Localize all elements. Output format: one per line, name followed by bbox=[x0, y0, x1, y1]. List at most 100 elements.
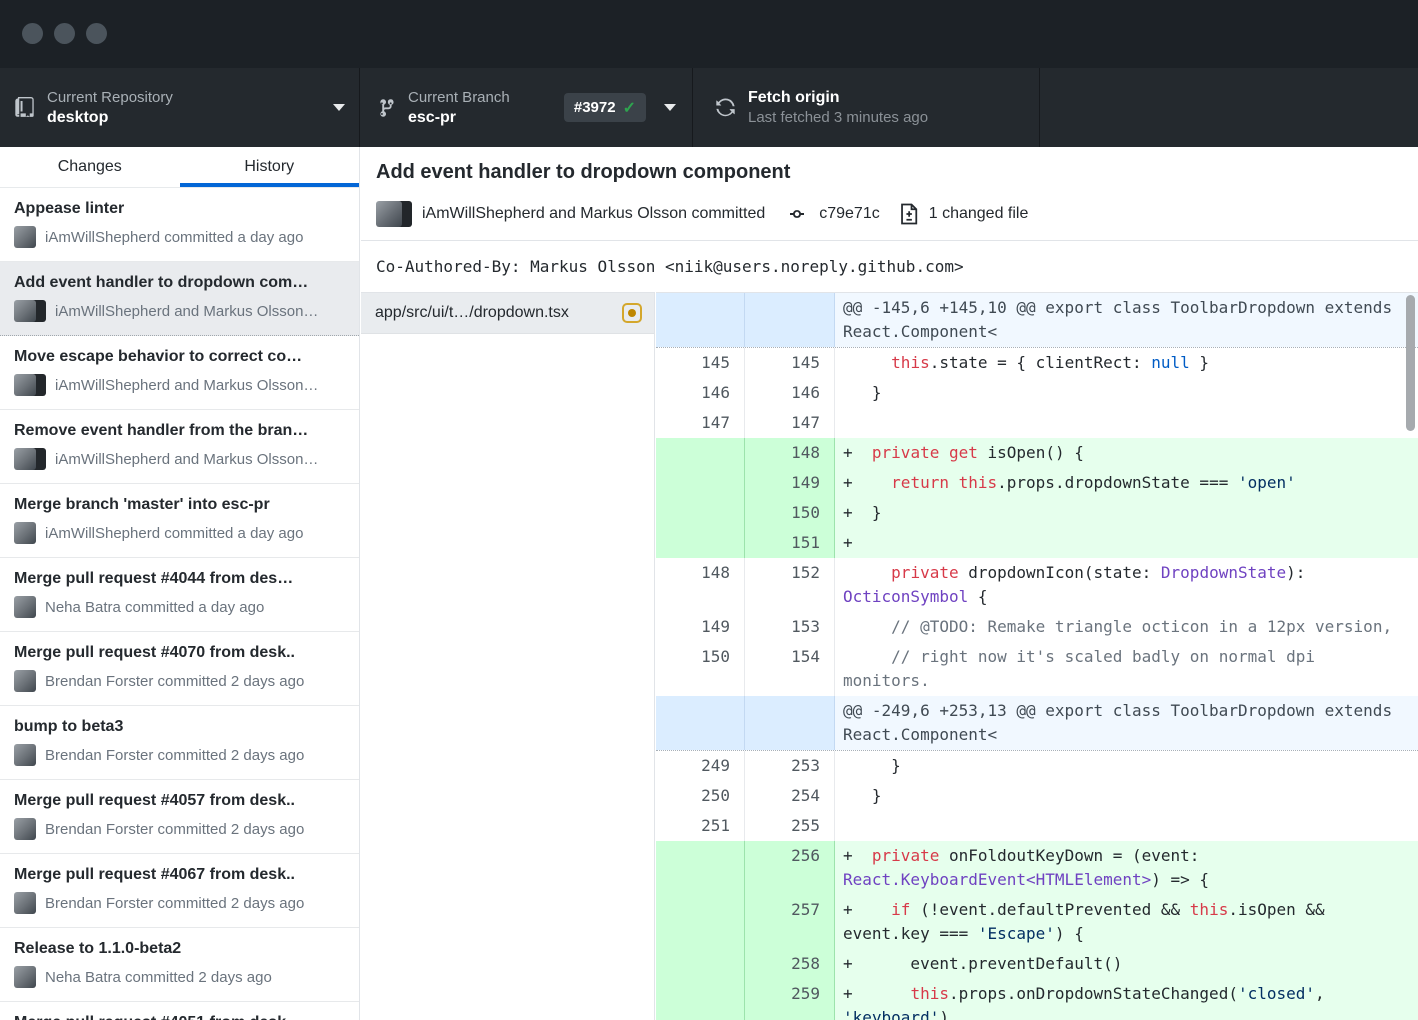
commit-item-title: Remove event handler from the bran… bbox=[14, 420, 347, 442]
gutter-old-line-number: 250 bbox=[656, 781, 745, 811]
file-row[interactable]: app/src/ui/t…/dropdown.tsx bbox=[361, 293, 654, 334]
gutter-old-line-number: 251 bbox=[656, 811, 745, 841]
diff-row: 251 255 bbox=[656, 811, 1418, 841]
gutter-old-line-number bbox=[656, 979, 745, 1020]
git-commit-icon bbox=[785, 206, 809, 222]
diff-code: + return this.props.dropdownState === 'o… bbox=[835, 468, 1418, 498]
gutter-old-line-number bbox=[656, 841, 745, 895]
diff-code: + private onFoldoutKeyDown = (event: Rea… bbox=[835, 841, 1418, 895]
gutter-old-line-number: 146 bbox=[656, 378, 745, 408]
commit-item-byline-text: iAmWillShepherd committed a day ago bbox=[45, 229, 303, 246]
commit-list-item[interactable]: Merge pull request #4051 from desk.. bbox=[0, 1002, 359, 1020]
commit-item-byline: iAmWillShepherd committed a day ago bbox=[14, 226, 347, 248]
commit-list-item[interactable]: Merge pull request #4044 from des… Neha … bbox=[0, 558, 359, 632]
gutter-old-line-number bbox=[656, 696, 745, 750]
commit-list-item[interactable]: Merge pull request #4070 from desk.. Bre… bbox=[0, 632, 359, 706]
commit-list-item[interactable]: bump to beta3 Brendan Forster committed … bbox=[0, 706, 359, 780]
changed-files-panel: app/src/ui/t…/dropdown.tsx bbox=[361, 292, 655, 1020]
gutter-new-line-number: 153 bbox=[745, 612, 835, 642]
gutter-old-line-number bbox=[656, 528, 745, 558]
diff-row: 150 154 // right now it's scaled badly o… bbox=[656, 642, 1418, 696]
diff-row: 151 + bbox=[656, 528, 1418, 558]
commit-list-item[interactable]: Merge pull request #4067 from desk.. Bre… bbox=[0, 854, 359, 928]
commit-item-title: Add event handler to dropdown com… bbox=[14, 272, 347, 294]
maximize-button[interactable] bbox=[86, 23, 107, 44]
gutter-old-line-number bbox=[656, 468, 745, 498]
diff-row: 145 145 this.state = { clientRect: null … bbox=[656, 348, 1418, 378]
gutter-new-line-number: 146 bbox=[745, 378, 835, 408]
gutter-new-line-number: 145 bbox=[745, 348, 835, 378]
fetch-origin-button[interactable]: Fetch origin Last fetched 3 minutes ago bbox=[693, 68, 1040, 147]
gutter-old-line-number: 145 bbox=[656, 348, 745, 378]
diff-row: 147 147 bbox=[656, 408, 1418, 438]
gutter-old-line-number bbox=[656, 895, 745, 949]
gutter-old-line-number bbox=[656, 498, 745, 528]
tab-changes[interactable]: Changes bbox=[0, 147, 180, 187]
diff-view: @@ -145,6 +145,10 @@ export class Toolba… bbox=[656, 292, 1418, 1020]
gutter-new-line-number: 147 bbox=[745, 408, 835, 438]
diff-row: 150 + } bbox=[656, 498, 1418, 528]
commit-item-byline-text: Brendan Forster committed 2 days ago bbox=[45, 895, 304, 912]
pr-status-badge[interactable]: #3972 ✓ bbox=[564, 93, 646, 122]
commit-item-byline-text: Brendan Forster committed 2 days ago bbox=[45, 821, 304, 838]
gutter-old-line-number: 148 bbox=[656, 558, 745, 612]
diff-row: 149 + return this.props.dropdownState ==… bbox=[656, 468, 1418, 498]
close-button[interactable] bbox=[22, 23, 43, 44]
commit-summary: Add event handler to dropdown component … bbox=[361, 147, 1418, 292]
diff-code bbox=[835, 811, 1418, 841]
avatar bbox=[14, 596, 36, 618]
diff-row: 148 152 private dropdownIcon(state: Drop… bbox=[656, 558, 1418, 612]
commit-list-item[interactable]: Add event handler to dropdown com… iAmWi… bbox=[0, 262, 359, 336]
diff-code: + event.preventDefault() bbox=[835, 949, 1418, 979]
avatar bbox=[14, 966, 36, 988]
commit-item-byline: Brendan Forster committed 2 days ago bbox=[14, 818, 347, 840]
gutter-new-line-number: 258 bbox=[745, 949, 835, 979]
branch-name: esc-pr bbox=[408, 107, 510, 128]
commit-list-item[interactable]: Remove event handler from the bran… iAmW… bbox=[0, 410, 359, 484]
commit-item-byline-text: Brendan Forster committed 2 days ago bbox=[45, 673, 304, 690]
commit-item-byline: Brendan Forster committed 2 days ago bbox=[14, 670, 347, 692]
commit-item-byline-text: iAmWillShepherd and Markus Olsson… bbox=[55, 451, 318, 468]
commit-sha[interactable]: c79e71c bbox=[819, 205, 880, 223]
commit-list-item[interactable]: Release to 1.1.0-beta2 Neha Batra commit… bbox=[0, 928, 359, 1002]
commit-item-title: Merge branch 'master' into esc-pr bbox=[14, 494, 347, 516]
avatar bbox=[376, 201, 412, 227]
minimize-button[interactable] bbox=[54, 23, 75, 44]
gutter-old-line-number: 150 bbox=[656, 642, 745, 696]
diff-code: // right now it's scaled badly on normal… bbox=[835, 642, 1418, 696]
gutter-old-line-number bbox=[656, 438, 745, 468]
diff-code: } bbox=[835, 751, 1418, 781]
gutter-new-line-number: 151 bbox=[745, 528, 835, 558]
commit-title: Add event handler to dropdown component bbox=[361, 147, 1418, 184]
commit-item-byline-text: Brendan Forster committed 2 days ago bbox=[45, 747, 304, 764]
commit-item-title: Merge pull request #4051 from desk.. bbox=[14, 1012, 347, 1020]
commit-item-byline-text: iAmWillShepherd committed a day ago bbox=[45, 525, 303, 542]
avatar bbox=[14, 670, 36, 692]
fetch-subtitle: Last fetched 3 minutes ago bbox=[748, 108, 928, 128]
avatar bbox=[14, 300, 46, 322]
diff-code: private dropdownIcon(state: DropdownStat… bbox=[835, 558, 1418, 612]
changed-file-icon bbox=[900, 203, 919, 225]
commit-list-item[interactable]: Merge pull request #4057 from desk.. Bre… bbox=[0, 780, 359, 854]
diff-row: 258 + event.preventDefault() bbox=[656, 949, 1418, 979]
file-path: app/src/ui/t…/dropdown.tsx bbox=[375, 304, 612, 322]
tab-history[interactable]: History bbox=[180, 147, 360, 187]
repository-name: desktop bbox=[47, 107, 173, 128]
chevron-down-icon bbox=[664, 104, 676, 111]
current-branch-button[interactable]: Current Branch esc-pr #3972 ✓ bbox=[360, 68, 693, 147]
gutter-old-line-number bbox=[656, 949, 745, 979]
gutter-new-line-number: 259 bbox=[745, 979, 835, 1020]
gutter-new-line-number: 150 bbox=[745, 498, 835, 528]
chevron-down-icon bbox=[333, 104, 345, 111]
current-repository-button[interactable]: Current Repository desktop bbox=[0, 68, 360, 147]
scrollbar-thumb[interactable] bbox=[1406, 295, 1415, 431]
commit-item-byline: iAmWillShepherd committed a day ago bbox=[14, 522, 347, 544]
commit-list-item[interactable]: Merge branch 'master' into esc-pr iAmWil… bbox=[0, 484, 359, 558]
titlebar bbox=[0, 0, 1418, 68]
diff-code: + } bbox=[835, 498, 1418, 528]
git-branch-icon bbox=[376, 97, 396, 119]
gutter-new-line-number: 256 bbox=[745, 841, 835, 895]
diff-code: + this.props.onDropdownStateChanged('clo… bbox=[835, 979, 1418, 1020]
commit-list-item[interactable]: Move escape behavior to correct co… iAmW… bbox=[0, 336, 359, 410]
commit-list-item[interactable]: Appease linter iAmWillShepherd committed… bbox=[0, 188, 359, 262]
